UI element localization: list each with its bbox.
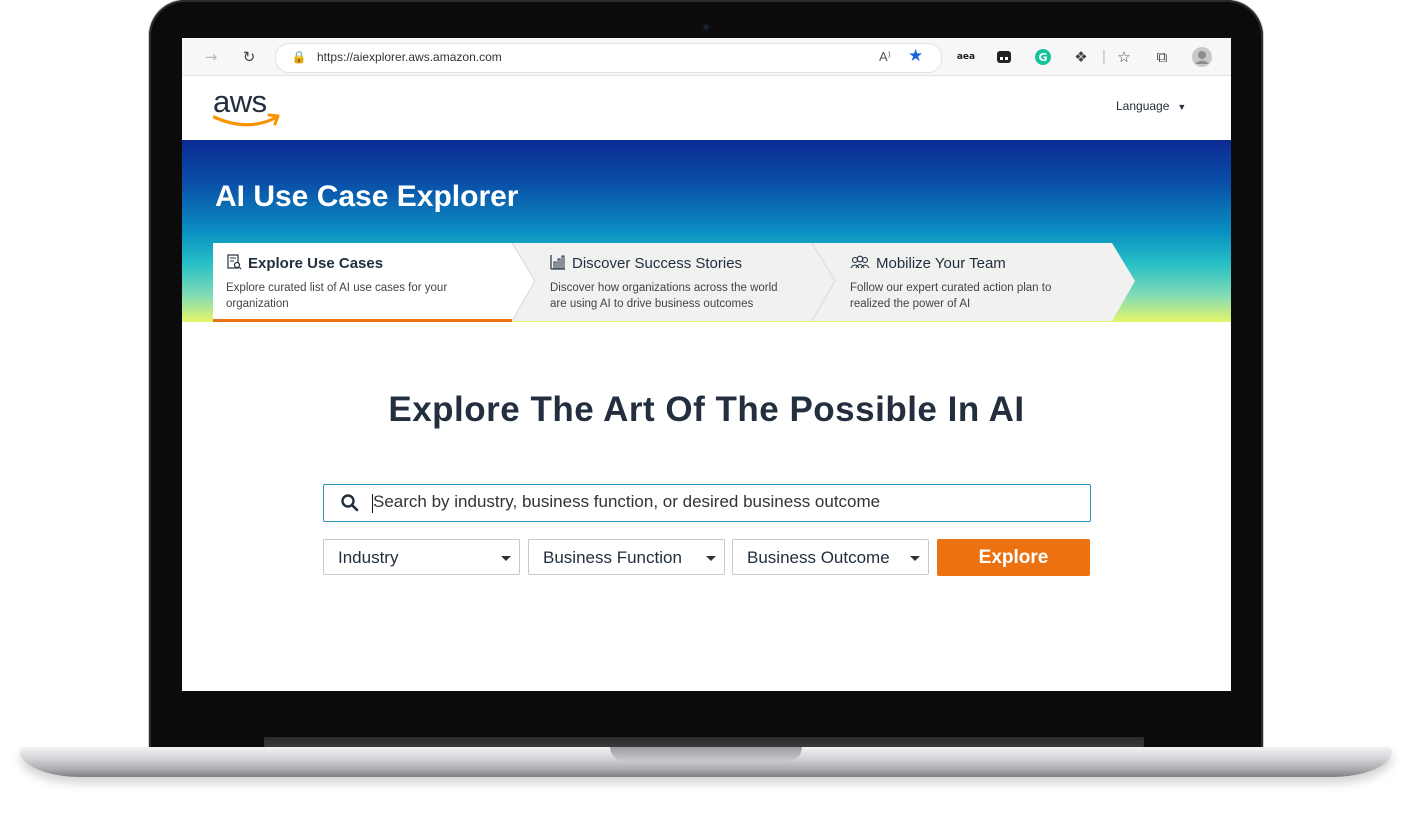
dropdown-label: Industry <box>338 548 399 567</box>
explore-button[interactable]: Explore <box>937 539 1090 576</box>
screen: → ↻ 🔒 https://aiexplorer.aws.amazon.com … <box>182 38 1231 691</box>
browser-toolbar: → ↻ 🔒 https://aiexplorer.aws.amazon.com … <box>182 38 1231 76</box>
grammarly-icon[interactable]: G <box>1032 46 1054 68</box>
industry-dropdown[interactable]: Industry <box>323 539 520 575</box>
address-bar[interactable]: 🔒 https://aiexplorer.aws.amazon.com A⁾ ★ <box>275 43 942 73</box>
caret-down-icon <box>501 556 511 561</box>
laptop-hinge <box>264 737 1144 747</box>
dropdown-label: Business Function <box>543 548 682 567</box>
laptop-notch <box>610 747 802 761</box>
amazon-assistant-label: aea <box>956 52 976 62</box>
tab-discover-success-stories[interactable]: Discover Success Stories Discover how or… <box>550 254 778 312</box>
caret-down-icon <box>706 556 716 561</box>
tab-description-line2: organization <box>226 298 289 310</box>
document-search-icon <box>226 254 242 274</box>
search-box[interactable] <box>323 484 1091 522</box>
tab-description-line1: Explore curated list of AI use cases for… <box>226 282 448 294</box>
tab-title-row: Explore Use Cases <box>226 254 447 274</box>
language-label: Language <box>1116 99 1170 113</box>
tab-title: Discover Success Stories <box>572 255 743 272</box>
webcam-icon <box>702 23 710 31</box>
tab-description-line1: Discover how organizations across the wo… <box>550 282 778 294</box>
tab-title: Explore Use Cases <box>248 255 384 272</box>
hero-banner: AI Use Case Explorer Explore Use Cases E… <box>182 140 1231 322</box>
toolbar-divider: | <box>1101 49 1107 65</box>
feature-tabs: Explore Use Cases Explore curated list o… <box>182 140 1231 322</box>
dropdown-label: Business Outcome <box>747 548 890 567</box>
tab-description-line1: Follow our expert curated action plan to <box>850 282 1052 294</box>
svg-text:G: G <box>1038 51 1047 64</box>
search-input[interactable] <box>371 486 1073 518</box>
extensions-puzzle-icon[interactable]: ❖ <box>1070 46 1092 68</box>
favorites-list-icon[interactable]: ☆ <box>1113 46 1135 68</box>
tab-title: Mobilize Your Team <box>876 255 1006 272</box>
tab-description-line2: are using AI to drive business outcomes <box>550 298 754 310</box>
caret-down-icon <box>910 556 920 561</box>
text-cursor <box>372 494 373 513</box>
bar-chart-icon <box>550 254 566 274</box>
search-icon <box>341 494 359 512</box>
site-header: aws Language ▼ <box>182 76 1231 140</box>
extension-black-icon[interactable] <box>993 46 1015 68</box>
tab-mobilize-your-team[interactable]: Mobilize Your Team Follow our expert cur… <box>850 254 1051 312</box>
business-function-dropdown[interactable]: Business Function <box>528 539 725 575</box>
tab-title-row: Mobilize Your Team <box>850 254 1051 274</box>
language-selector[interactable]: Language ▼ <box>1116 99 1186 113</box>
profile-avatar-icon[interactable] <box>1191 46 1213 68</box>
favorite-star-icon[interactable]: ★ <box>908 46 923 66</box>
refresh-icon[interactable]: ↻ <box>238 46 260 68</box>
main-heading: Explore The Art Of The Possible In AI <box>388 390 1025 429</box>
amazon-assistant-extension-icon[interactable]: aea <box>955 46 977 68</box>
forward-arrow-icon[interactable]: → <box>200 46 222 68</box>
chevron-down-icon: ▼ <box>1177 102 1187 112</box>
tab-description-line2: realized the power of AI <box>850 298 971 310</box>
collections-icon[interactable]: ⧉ <box>1151 46 1173 68</box>
team-icon <box>850 254 870 274</box>
aws-logo[interactable]: aws <box>213 84 283 128</box>
tab-title-row: Discover Success Stories <box>550 254 778 274</box>
read-aloud-icon[interactable]: A⁾ <box>879 49 891 65</box>
tab-explore-use-cases[interactable]: Explore Use Cases Explore curated list o… <box>226 254 447 312</box>
aws-smile-icon <box>213 113 280 127</box>
business-outcome-dropdown[interactable]: Business Outcome <box>732 539 929 575</box>
lock-icon[interactable]: 🔒 <box>291 50 307 66</box>
url-text[interactable]: https://aiexplorer.aws.amazon.com <box>317 50 502 64</box>
